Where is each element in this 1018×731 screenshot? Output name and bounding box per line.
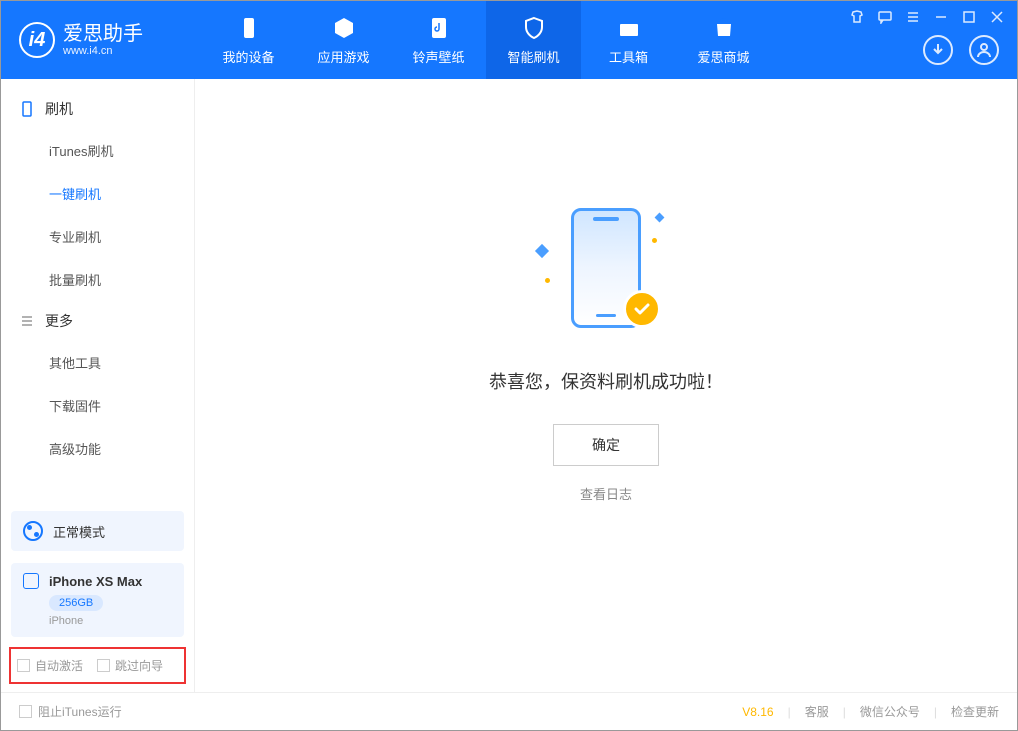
option-auto-activate[interactable]: 自动激活 (17, 657, 83, 674)
mode-box[interactable]: 正常模式 (11, 511, 184, 551)
nav-label: 铃声壁纸 (412, 47, 464, 66)
device-type: iPhone (49, 615, 172, 627)
separator: | (788, 705, 791, 719)
sidebar-item-other-tools[interactable]: 其他工具 (1, 341, 194, 384)
device-icon (23, 573, 39, 589)
header: i4 爱思助手 www.i4.cn 我的设备 应用游戏 铃声壁纸 智能刷机 工具… (1, 1, 1017, 79)
sparkle-icon (535, 244, 549, 258)
checkbox-icon (19, 705, 32, 718)
dot-icon (545, 278, 550, 283)
checkbox-icon (97, 659, 110, 672)
nav-smart-flash[interactable]: 智能刷机 (486, 1, 581, 79)
sidebar-item-itunes-flash[interactable]: iTunes刷机 (1, 129, 194, 172)
cube-icon (331, 15, 357, 41)
sidebar-item-oneclick-flash[interactable]: 一键刷机 (1, 172, 194, 215)
music-icon (426, 15, 452, 41)
top-nav: 我的设备 应用游戏 铃声壁纸 智能刷机 工具箱 爱思商城 (201, 1, 771, 79)
option-skip-guide[interactable]: 跳过向导 (97, 657, 163, 674)
nav-my-device[interactable]: 我的设备 (201, 1, 296, 79)
app-logo-icon: i4 (19, 22, 55, 58)
device-name: iPhone XS Max (49, 574, 142, 589)
nav-store[interactable]: 爱思商城 (676, 1, 771, 79)
device-icon (236, 15, 262, 41)
skin-icon[interactable] (849, 9, 865, 25)
option-label: 跳过向导 (115, 657, 163, 674)
footer-right: V8.16 | 客服 | 微信公众号 | 检查更新 (742, 703, 999, 720)
group-label: 刷机 (45, 99, 73, 119)
body: 刷机 iTunes刷机 一键刷机 专业刷机 批量刷机 更多 其他工具 下载固件 … (1, 79, 1017, 692)
sidebar-item-download-fw[interactable]: 下载固件 (1, 384, 194, 427)
app-url: www.i4.cn (63, 45, 143, 57)
shield-icon (521, 15, 547, 41)
nav-label: 应用游戏 (317, 47, 369, 66)
header-actions (923, 35, 999, 65)
logo[interactable]: i4 爱思助手 www.i4.cn (1, 22, 201, 58)
nav-label: 我的设备 (222, 47, 274, 66)
sidebar-item-advanced[interactable]: 高级功能 (1, 427, 194, 470)
mode-label: 正常模式 (53, 522, 105, 541)
success-illustration (551, 208, 661, 338)
main-content: 恭喜您，保资料刷机成功啦！ 确定 查看日志 (195, 79, 1017, 692)
checkbox-icon (17, 659, 30, 672)
separator: | (934, 705, 937, 719)
footer-label: 阻止iTunes运行 (38, 703, 122, 720)
nav-apps-games[interactable]: 应用游戏 (296, 1, 391, 79)
sparkle-icon (655, 213, 665, 223)
device-box[interactable]: iPhone XS Max 256GB iPhone (11, 563, 184, 637)
device-panel: 正常模式 iPhone XS Max 256GB iPhone (11, 511, 184, 637)
feedback-icon[interactable] (877, 9, 893, 25)
mode-icon (23, 521, 43, 541)
view-log-link[interactable]: 查看日志 (580, 484, 632, 503)
download-button[interactable] (923, 35, 953, 65)
check-update-link[interactable]: 检查更新 (951, 703, 999, 720)
phone-icon (19, 101, 35, 117)
close-icon[interactable] (989, 9, 1005, 25)
nav-ringtones[interactable]: 铃声壁纸 (391, 1, 486, 79)
bag-icon (711, 15, 737, 41)
sidebar-item-pro-flash[interactable]: 专业刷机 (1, 215, 194, 258)
options-highlighted: 自动激活 跳过向导 (9, 647, 186, 684)
dot-icon (652, 238, 657, 243)
support-link[interactable]: 客服 (805, 703, 829, 720)
window-controls (849, 9, 1005, 25)
ok-button[interactable]: 确定 (553, 424, 659, 466)
sidebar-item-batch-flash[interactable]: 批量刷机 (1, 258, 194, 301)
group-label: 更多 (45, 311, 73, 331)
check-badge-icon (623, 290, 661, 328)
success-message: 恭喜您，保资料刷机成功啦！ (489, 368, 723, 394)
nav-toolbox[interactable]: 工具箱 (581, 1, 676, 79)
nav-label: 工具箱 (609, 47, 648, 66)
wechat-link[interactable]: 微信公众号 (860, 703, 920, 720)
sidebar-group-flash: 刷机 (1, 89, 194, 129)
toolbox-icon (616, 15, 642, 41)
minimize-icon[interactable] (933, 9, 949, 25)
footer-block-itunes[interactable]: 阻止iTunes运行 (19, 703, 122, 720)
user-button[interactable] (969, 35, 999, 65)
nav-label: 爱思商城 (697, 47, 749, 66)
footer: 阻止iTunes运行 V8.16 | 客服 | 微信公众号 | 检查更新 (1, 692, 1017, 730)
separator: | (843, 705, 846, 719)
sidebar-group-more: 更多 (1, 301, 194, 341)
maximize-icon[interactable] (961, 9, 977, 25)
app-name: 爱思助手 (63, 23, 143, 45)
option-label: 自动激活 (35, 657, 83, 674)
nav-label: 智能刷机 (507, 47, 559, 66)
device-storage: 256GB (49, 595, 103, 611)
list-icon (19, 313, 35, 329)
version-label: V8.16 (742, 705, 773, 719)
menu-icon[interactable] (905, 9, 921, 25)
sidebar: 刷机 iTunes刷机 一键刷机 专业刷机 批量刷机 更多 其他工具 下载固件 … (1, 79, 195, 692)
